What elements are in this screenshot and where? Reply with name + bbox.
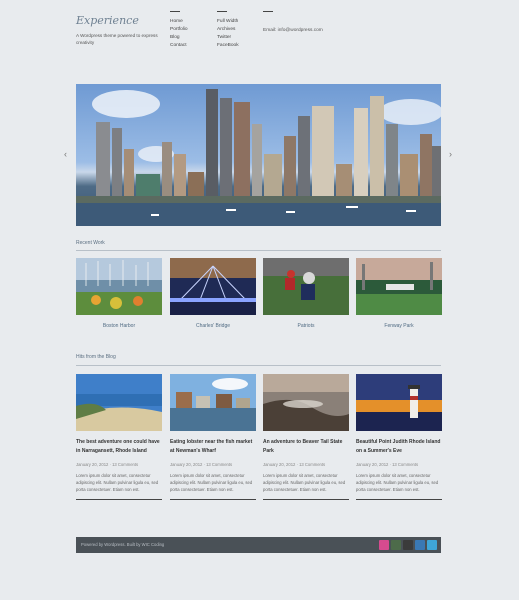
slider-prev-arrow-icon[interactable]: ‹: [64, 149, 67, 159]
site-logo[interactable]: Experience: [76, 14, 166, 27]
dribbble-icon[interactable]: [379, 540, 389, 550]
post-meta: January 20, 2012 · 13 Comments: [356, 462, 419, 467]
portfolio-caption[interactable]: Patriots: [263, 323, 349, 329]
nav-column-main: Home Portfolio Blog Contact: [170, 11, 188, 50]
section-divider: [76, 250, 441, 251]
delicious-icon[interactable]: [403, 540, 413, 550]
nav-home-link[interactable]: Home: [170, 18, 188, 26]
post-divider: [263, 499, 349, 500]
wharf-thumbnail[interactable]: [170, 374, 256, 431]
nav-contact-link[interactable]: Contact: [170, 42, 188, 50]
recent-work-heading: Recent Work: [76, 240, 105, 246]
linkedin-icon[interactable]: [415, 540, 425, 550]
blog-heading: Hits from the Blog: [76, 354, 116, 360]
blog-post: Eating lobster near the fish market at N…: [170, 374, 256, 500]
beach-thumbnail[interactable]: [76, 374, 162, 431]
post-meta: January 20, 2012 · 13 Comments: [263, 462, 326, 467]
portfolio-item[interactable]: Patriots: [263, 258, 349, 329]
nav-facebook-link[interactable]: FaceBook: [217, 42, 239, 50]
post-title[interactable]: The best adventure one could have in Nar…: [76, 438, 162, 456]
post-excerpt: Lorem ipsum dolor sit amet, consectetur …: [356, 473, 439, 492]
nav-divider: [263, 11, 273, 12]
nav-column-pages: Full Width Archives Twitter FaceBook: [217, 11, 239, 50]
nav-divider: [170, 11, 180, 12]
post-excerpt: Lorem ipsum dolor sit amet, consectetur …: [170, 473, 253, 492]
nav-column-contact: Email: info@wordpress.com: [263, 11, 323, 36]
footer-credits: Powered by Wordpress. Built by WIC Codin…: [81, 542, 165, 547]
boston-harbor-thumbnail[interactable]: [76, 258, 162, 315]
twitter-icon[interactable]: [427, 540, 437, 550]
social-links: [379, 540, 437, 550]
rocky-coast-thumbnail[interactable]: [263, 374, 349, 431]
deviantart-icon[interactable]: [391, 540, 401, 550]
portfolio-item[interactable]: Fenway Park: [356, 258, 442, 329]
portfolio-caption[interactable]: Boston Harbor: [76, 323, 162, 329]
site-branding: Experience A Wordpress theme powered to …: [76, 14, 166, 46]
post-title[interactable]: Eating lobster near the fish market at N…: [170, 438, 256, 456]
site-tagline: A Wordpress theme powered to express cre…: [76, 33, 158, 45]
post-excerpt: Lorem ipsum dolor sit amet, consectetur …: [76, 473, 159, 492]
nav-portfolio-link[interactable]: Portfolio: [170, 26, 188, 34]
nav-fullwidth-link[interactable]: Full Width: [217, 18, 239, 26]
section-divider: [76, 365, 441, 366]
charles-bridge-thumbnail[interactable]: [170, 258, 256, 315]
patriots-thumbnail[interactable]: [263, 258, 349, 315]
lighthouse-thumbnail[interactable]: [356, 374, 442, 431]
nav-archives-link[interactable]: Archives: [217, 26, 239, 34]
portfolio-item[interactable]: Boston Harbor: [76, 258, 162, 329]
hero-slider-image: [76, 84, 441, 226]
portfolio-caption[interactable]: Charles' Bridge: [170, 323, 256, 329]
post-excerpt: Lorem ipsum dolor sit amet, consectetur …: [263, 473, 346, 492]
post-title[interactable]: An adventure to Beaver Tail State Park: [263, 438, 349, 456]
blog-post: The best adventure one could have in Nar…: [76, 374, 162, 500]
portfolio-item[interactable]: Charles' Bridge: [170, 258, 256, 329]
blog-post: An adventure to Beaver Tail State Park J…: [263, 374, 349, 500]
fenway-park-thumbnail[interactable]: [356, 258, 442, 315]
slider-next-arrow-icon[interactable]: ›: [449, 149, 452, 159]
portfolio-caption[interactable]: Fenway Park: [356, 323, 442, 329]
post-divider: [170, 499, 256, 500]
nav-divider: [217, 11, 227, 12]
post-meta: January 20, 2012 · 13 Comments: [170, 462, 233, 467]
nav-twitter-link[interactable]: Twitter: [217, 34, 239, 42]
post-title[interactable]: Beautiful Point Judith Rhode Island on a…: [356, 438, 442, 456]
nav-blog-link[interactable]: Blog: [170, 34, 188, 42]
post-divider: [76, 499, 162, 500]
post-meta: January 20, 2012 · 13 Comments: [76, 462, 139, 467]
site-footer: Powered by Wordpress. Built by WIC Codin…: [76, 537, 441, 553]
post-divider: [356, 499, 442, 500]
blog-post: Beautiful Point Judith Rhode Island on a…: [356, 374, 442, 500]
contact-email[interactable]: Email: info@wordpress.com: [263, 28, 323, 33]
